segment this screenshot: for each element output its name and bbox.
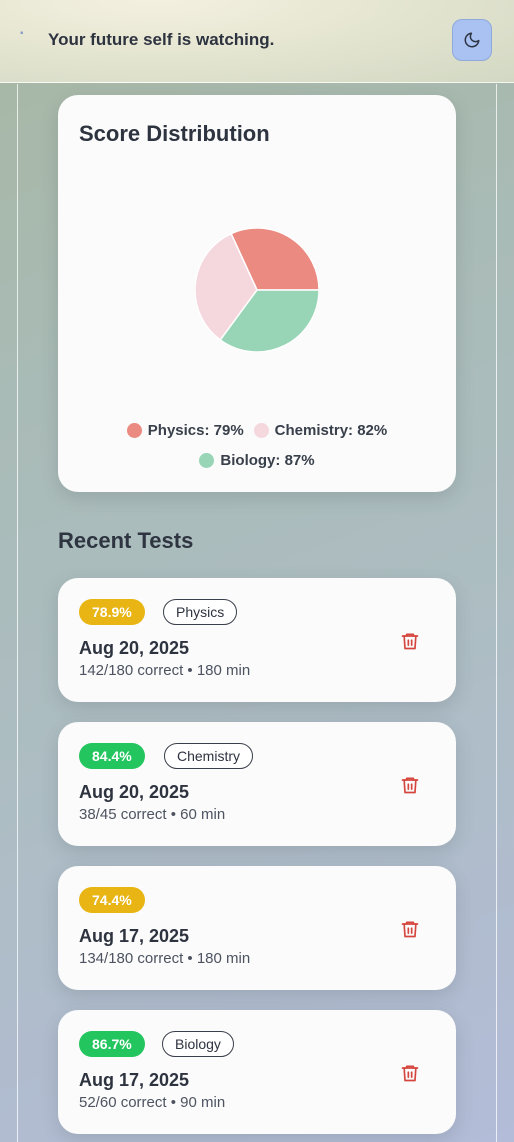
legend-swatch-chemistry [253,423,269,438]
legend-label-biology: Biology: 87% [220,452,315,469]
delete-icon[interactable] [400,1062,420,1084]
recent-tests-title: Recent Tests [58,528,194,553]
test-date: Aug 17, 2025 [79,926,190,946]
test-date: Aug 20, 2025 [79,782,190,802]
right-divider [496,84,497,1142]
menu-icon[interactable]: ▪ [20,29,29,39]
test-date: Aug 20, 2025 [79,638,190,658]
test-card[interactable]: 84.4% Chemistry Aug 20, 2025 38/45 corre… [58,722,456,846]
score-distribution-card: Score Distribution Physics: 79% Chemistr… [58,95,456,492]
test-card[interactable]: 74.4% Aug 17, 2025 134/180 correct • 180… [58,866,456,990]
legend-item-biology[interactable]: Biology: 87% [199,452,315,469]
legend-swatch-physics [126,423,142,438]
test-date: Aug 17, 2025 [79,1070,190,1090]
legend-swatch-biology [199,453,215,468]
score-badge: 74.4% [79,887,145,913]
legend-row-1: Physics: 79% Chemistry: 82% [58,422,456,439]
legend-item-chemistry[interactable]: Chemistry: 82% [253,422,388,439]
subject-tag: Physics [163,599,238,625]
score-distribution-title: Score Distribution [79,121,270,146]
test-meta: 142/180 correct • 180 min [79,662,251,679]
score-badge: 84.4% [79,743,145,769]
legend-item-physics[interactable]: Physics: 79% [126,422,244,439]
left-divider [17,84,18,1142]
score-badge: 78.9% [79,599,145,625]
top-banner: ▪ Your future self is watching. [0,0,514,83]
test-card[interactable]: 78.9% Physics Aug 20, 2025 142/180 corre… [58,578,456,702]
legend-label-chemistry: Chemistry: 82% [274,422,388,439]
delete-icon[interactable] [400,774,420,796]
tagline: Your future self is watching. [48,30,275,49]
pie-chart [195,228,319,352]
score-badge: 86.7% [79,1031,145,1057]
test-meta: 38/45 correct • 60 min [79,806,226,823]
subject-tag: Chemistry [164,743,254,769]
delete-icon[interactable] [400,630,420,652]
legend-label-physics: Physics: 79% [147,422,244,439]
test-meta: 52/60 correct • 90 min [79,1094,226,1111]
subject-tag: Biology [162,1031,234,1057]
moon-icon [464,32,480,48]
theme-toggle-button[interactable] [452,19,492,61]
delete-icon[interactable] [400,918,420,940]
test-meta: 134/180 correct • 180 min [79,950,251,967]
test-card[interactable]: 86.7% Biology Aug 17, 2025 52/60 correct… [58,1010,456,1134]
legend-row-2: Biology: 87% [58,452,456,469]
